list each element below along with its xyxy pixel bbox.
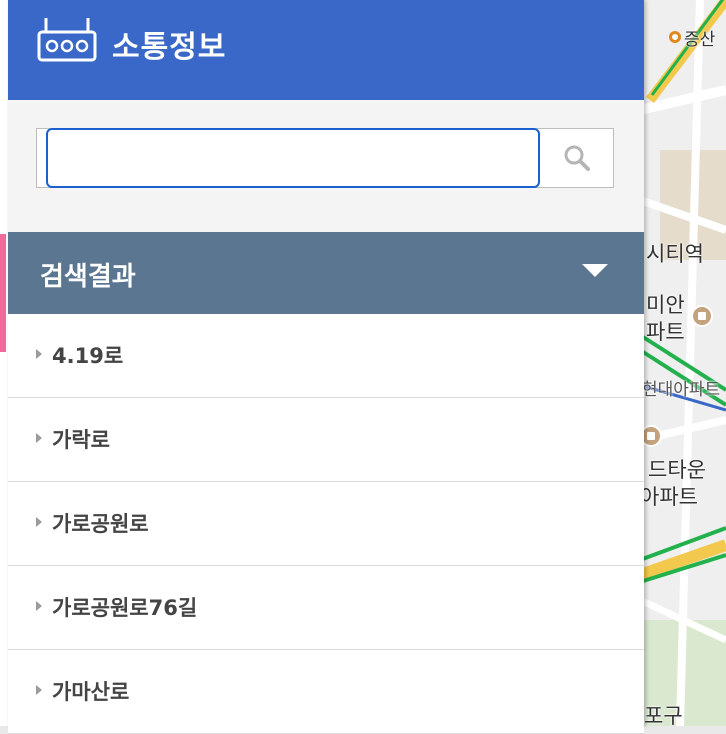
caret-right-icon — [36, 601, 42, 611]
apartment-poi-icon[interactable] — [691, 305, 713, 327]
results-title: 검색결과 — [40, 262, 136, 292]
search-input[interactable] — [46, 128, 540, 188]
map-label-apartment-1[interactable]: 미안 — [646, 289, 685, 319]
search-icon — [564, 145, 590, 171]
panel-title: 소통정보 — [112, 30, 227, 65]
search-button[interactable] — [540, 128, 614, 188]
list-item-label: 4.19로 — [52, 344, 124, 368]
result-list: 4.19로 가락로 가로공원로 가로공원로76길 가마산로 — [8, 314, 644, 734]
traffic-camera-icon — [37, 18, 97, 62]
list-item[interactable]: 가로공원로76길 — [8, 566, 644, 650]
list-item-label: 가로공원로76길 — [52, 596, 198, 620]
map-label-district[interactable]: 포구 — [644, 700, 683, 726]
panel-header: 소통정보 — [8, 0, 644, 100]
list-item[interactable]: 가로공원로 — [8, 482, 644, 566]
list-item-label: 가락로 — [52, 428, 110, 452]
list-item-label: 가마산로 — [52, 680, 130, 704]
caret-right-icon — [36, 349, 42, 359]
list-item-label: 가로공원로 — [52, 512, 149, 536]
caret-right-icon — [36, 517, 42, 527]
traffic-info-panel: 소통정보 검색결과 4.19로 가락로 가로공원로 가로공원로76길 가마산로 — [8, 0, 644, 734]
results-header[interactable]: 검색결과 — [8, 232, 644, 314]
subway-station-icon[interactable] — [669, 31, 681, 43]
caret-down-icon[interactable] — [582, 264, 608, 277]
map-label-apartment-1b[interactable]: 파트 — [646, 316, 685, 346]
map-label-apartment-3[interactable]: 드타운 — [648, 454, 706, 484]
list-item[interactable]: 가마산로 — [8, 650, 644, 734]
list-item[interactable]: 4.19로 — [8, 314, 644, 398]
map-label-station[interactable]: 증산 — [684, 25, 715, 50]
side-tab-marker[interactable] — [0, 234, 6, 352]
list-item[interactable]: 가락로 — [8, 398, 644, 482]
caret-right-icon — [36, 685, 42, 695]
map-label-apartment-2[interactable]: 현대아파트 — [642, 375, 720, 400]
caret-right-icon — [36, 433, 42, 443]
map-label-apartment-3b[interactable]: 아파트 — [640, 481, 698, 511]
map-label-city-station[interactable]: 시티역 — [646, 238, 704, 268]
